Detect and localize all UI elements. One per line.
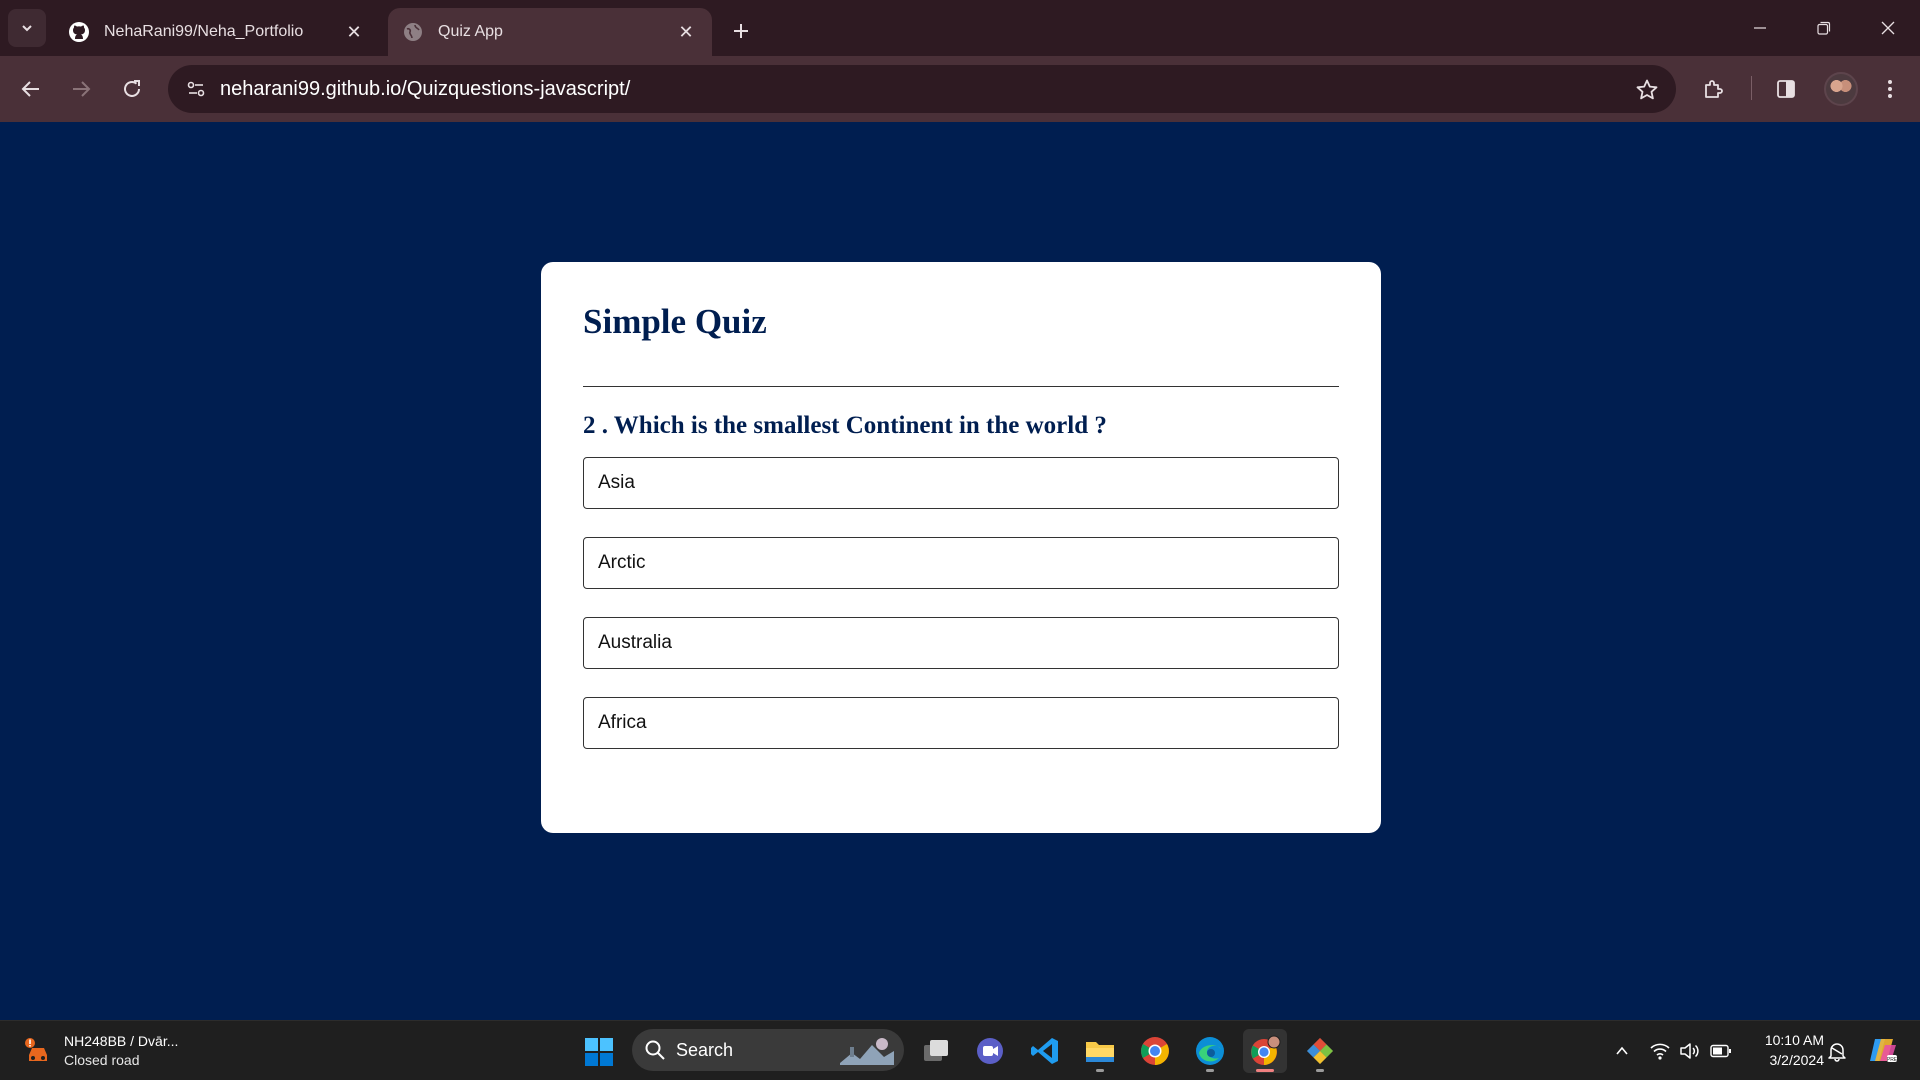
url-text[interactable]: neharani99.github.io/Quizquestions-javas… [220, 78, 630, 101]
answer-option-3[interactable]: Australia [583, 617, 1339, 669]
plus-icon [734, 24, 748, 38]
profile-avatar[interactable] [1824, 72, 1858, 106]
tab-search-button[interactable] [8, 9, 46, 47]
globe-icon [402, 21, 424, 43]
bookmark-star-icon[interactable] [1632, 75, 1662, 105]
answer-option-2[interactable]: Arctic [583, 537, 1339, 589]
close-window-button[interactable] [1864, 8, 1912, 48]
github-icon [68, 21, 90, 43]
start-button[interactable] [578, 1033, 620, 1071]
minimize-button[interactable] [1736, 8, 1784, 48]
close-icon[interactable]: ✕ [674, 20, 698, 44]
minimize-icon [1754, 27, 1766, 29]
search-icon [645, 1040, 665, 1060]
battery-icon[interactable] [1709, 1039, 1733, 1063]
arrow-right-icon [73, 81, 91, 97]
tab-title: Quiz App [438, 23, 503, 40]
site-info-icon[interactable] [180, 73, 212, 105]
divider [583, 386, 1339, 387]
new-tab-button[interactable] [724, 14, 758, 48]
extensions-icon[interactable] [1697, 73, 1729, 105]
weather-title: NH248BB / Dvār... [64, 1033, 179, 1049]
answer-option-4[interactable]: Africa [583, 697, 1339, 749]
restore-button[interactable] [1800, 8, 1848, 48]
tab-title: NehaRani99/Neha_Portfolio [104, 23, 304, 40]
notification-bell-icon[interactable] [1825, 1039, 1849, 1063]
chevron-up-icon[interactable] [1610, 1039, 1634, 1063]
reload-button[interactable] [114, 71, 150, 107]
side-panel-icon[interactable] [1770, 73, 1802, 105]
forward-button[interactable] [63, 71, 99, 107]
clock-time[interactable]: 10:10 AM [1744, 1032, 1824, 1048]
arrow-left-icon [21, 81, 39, 97]
chrome-profile-icon[interactable] [1243, 1029, 1287, 1073]
reload-icon [124, 80, 140, 97]
vscode-icon[interactable] [1023, 1029, 1067, 1073]
search-placeholder: Search [676, 1040, 734, 1060]
restore-icon [1817, 21, 1831, 35]
browser-titlebar: NehaRani99/Neha_Portfolio ✕ Quiz App ✕ [0, 0, 1920, 56]
windows-icon [585, 1038, 613, 1066]
weather-widget[interactable]: NH248BB / Dvār... Closed road [20, 1031, 200, 1071]
taskbar-search[interactable]: Search [632, 1029, 904, 1071]
teams-chat-icon[interactable] [968, 1029, 1012, 1073]
quiz-title: Simple Quiz [583, 302, 767, 341]
chevron-down-icon [22, 25, 32, 32]
address-bar[interactable]: neharani99.github.io/Quizquestions-javas… [168, 65, 1676, 113]
clock-date[interactable]: 3/2/2024 [1744, 1052, 1825, 1068]
toolbar-separator [1751, 76, 1752, 100]
traffic-alert-icon [25, 1038, 47, 1061]
file-explorer-icon[interactable] [1078, 1029, 1122, 1073]
chrome-icon[interactable] [1133, 1029, 1177, 1073]
search-highlight-icon [840, 1038, 894, 1065]
copilot-icon[interactable]: PRE [1866, 1033, 1900, 1067]
volume-icon[interactable] [1678, 1039, 1702, 1063]
taskbar: NH248BB / Dvār... Closed road Search 10:… [0, 1020, 1920, 1080]
svg-text:PRE: PRE [1887, 1057, 1898, 1063]
tab-quiz-app[interactable]: Quiz App ✕ [388, 8, 712, 56]
answer-option-1[interactable]: Asia [583, 457, 1339, 509]
question-text: 2 . Which is the smallest Continent in t… [583, 412, 1107, 439]
quiz-card: Simple Quiz 2 . Which is the smallest Co… [541, 262, 1381, 833]
task-view-icon[interactable] [914, 1029, 958, 1073]
git-tool-icon[interactable] [1298, 1029, 1342, 1073]
browser-toolbar: neharani99.github.io/Quizquestions-javas… [0, 56, 1920, 122]
close-icon[interactable]: ✕ [342, 20, 366, 44]
weather-subtitle: Closed road [64, 1052, 140, 1068]
close-icon [1881, 21, 1895, 35]
edge-icon[interactable] [1188, 1029, 1232, 1073]
tab-portfolio[interactable]: NehaRani99/Neha_Portfolio ✕ [54, 8, 380, 56]
menu-kebab-icon[interactable] [1874, 73, 1906, 105]
back-button[interactable] [13, 71, 49, 107]
wifi-icon[interactable] [1648, 1039, 1672, 1063]
